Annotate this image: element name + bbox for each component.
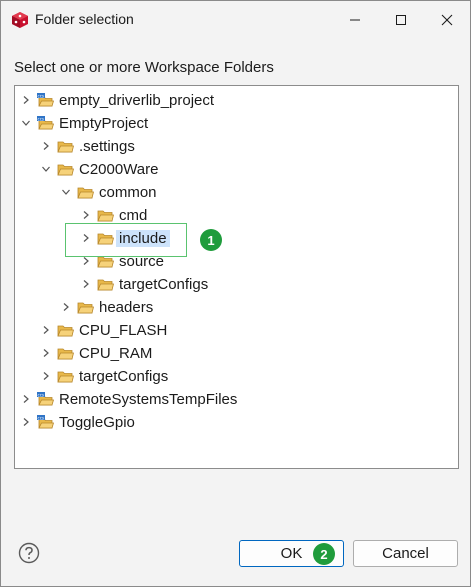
tree-item-label: common <box>99 183 157 201</box>
folder-icon <box>77 302 94 314</box>
window-title: Folder selection <box>35 11 134 27</box>
chevron-right-icon[interactable] <box>81 256 91 266</box>
maximize-icon <box>396 15 406 25</box>
tree-item-label: headers <box>99 298 154 316</box>
tree-row[interactable]: ccs EmptyProject <box>21 112 148 134</box>
annotation-highlight-box <box>65 223 187 257</box>
button-bar: OK 2 Cancel <box>1 521 470 585</box>
svg-text:ccs: ccs <box>38 93 44 98</box>
chevron-right-icon[interactable] <box>41 325 51 335</box>
maximize-button[interactable] <box>378 1 424 39</box>
folder-icon <box>57 371 74 383</box>
tree-row[interactable]: .settings <box>41 135 135 157</box>
tree-item-label: targetConfigs <box>79 367 169 385</box>
chevron-right-icon[interactable] <box>61 302 71 312</box>
tree-row[interactable]: CPU_RAM <box>41 342 152 364</box>
tree-item-label: C2000Ware <box>79 160 159 178</box>
tree-item-label: CPU_RAM <box>79 344 153 362</box>
tree-row[interactable]: targetConfigs <box>41 365 168 387</box>
close-button[interactable] <box>424 1 470 39</box>
tree-row[interactable]: ccs RemoteSystemsTempFiles <box>21 388 237 410</box>
close-icon <box>441 14 453 26</box>
project-folder-icon: ccs <box>37 93 54 107</box>
tree-row[interactable]: targetConfigs <box>81 273 208 295</box>
chevron-right-icon[interactable] <box>41 141 51 151</box>
project-folder-icon: ccs <box>37 116 54 130</box>
chevron-right-icon[interactable] <box>41 371 51 381</box>
folder-icon <box>97 279 114 291</box>
tree-item-label: .settings <box>79 137 135 155</box>
minimize-button[interactable] <box>332 1 378 39</box>
tree-row[interactable]: ccs ToggleGpio <box>21 411 135 433</box>
tree-row[interactable]: headers <box>61 296 153 318</box>
folder-icon <box>57 164 74 176</box>
annotation-badge-1: 1 <box>200 229 222 251</box>
svg-text:ccs: ccs <box>38 415 44 420</box>
svg-text:ccs: ccs <box>38 392 44 397</box>
tree-item-label: EmptyProject <box>59 114 149 132</box>
app-cube-icon <box>12 12 28 28</box>
chevron-right-icon[interactable] <box>21 417 31 427</box>
svg-text:ccs: ccs <box>38 116 44 121</box>
instruction-text: Select one or more Workspace Folders <box>14 59 274 76</box>
folder-icon <box>97 210 114 222</box>
project-folder-icon: ccs <box>37 392 54 406</box>
chevron-right-icon[interactable] <box>41 348 51 358</box>
cancel-button-label: Cancel <box>382 545 429 562</box>
chevron-right-icon[interactable] <box>21 95 31 105</box>
annotation-badge-2: 2 <box>313 543 335 565</box>
tree-item-label: ToggleGpio <box>59 413 135 431</box>
minimize-icon <box>350 19 360 21</box>
tree-item-label: targetConfigs <box>119 275 209 293</box>
tree-row[interactable]: C2000Ware <box>41 158 158 180</box>
ok-button-label: OK <box>280 545 303 562</box>
folder-icon <box>57 348 74 360</box>
folder-icon <box>77 187 94 199</box>
chevron-right-icon[interactable] <box>81 279 91 289</box>
chevron-right-icon[interactable] <box>21 394 31 404</box>
tree-item-label: CPU_FLASH <box>79 321 168 339</box>
title-bar: Folder selection <box>1 1 470 39</box>
folder-icon <box>57 325 74 337</box>
tree-row[interactable]: common <box>61 181 157 203</box>
cancel-button[interactable]: Cancel <box>353 540 458 567</box>
chevron-down-icon[interactable] <box>41 164 51 174</box>
folder-tree[interactable]: ccs empty_driverlib_project ccs EmptyProjec… <box>14 85 459 469</box>
tree-item-label: empty_driverlib_project <box>59 91 215 109</box>
project-folder-icon: ccs <box>37 415 54 429</box>
chevron-down-icon[interactable] <box>61 187 71 197</box>
chevron-down-icon[interactable] <box>21 118 31 128</box>
tree-item-label: RemoteSystemsTempFiles <box>59 390 238 408</box>
folder-selection-dialog: Folder selection Select one or more Work… <box>0 0 471 587</box>
chevron-right-icon[interactable] <box>81 210 91 220</box>
tree-row[interactable]: CPU_FLASH <box>41 319 167 341</box>
tree-row[interactable]: ccs empty_driverlib_project <box>21 89 214 111</box>
folder-icon <box>57 141 74 153</box>
tree-item-label: cmd <box>119 206 148 224</box>
help-icon[interactable] <box>18 542 40 564</box>
